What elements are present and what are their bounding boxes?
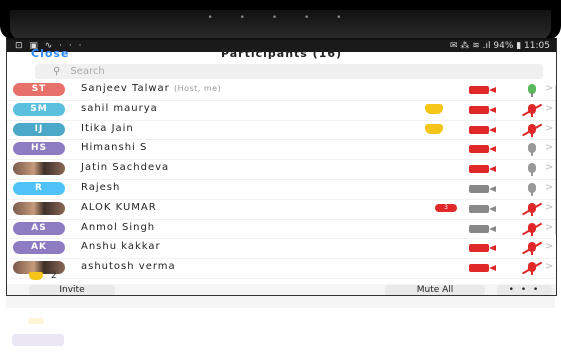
avatar: HS (13, 142, 65, 156)
participant-name-block: sahil maurya (81, 103, 158, 114)
mic-icon (521, 83, 543, 97)
participant-name: ashutosh verma (81, 261, 176, 273)
search-input[interactable]: ⚲ Search (35, 64, 543, 79)
participant-name: Anshu kakkar (81, 241, 161, 253)
chevron-right-icon: > (545, 142, 554, 154)
participant-name-block: Rajesh (81, 182, 120, 193)
participant-name: sahil maurya (81, 102, 158, 114)
scrollbar[interactable] (555, 85, 556, 235)
avatar: AK (13, 241, 65, 255)
participant-row[interactable]: HS Himanshi S > (7, 140, 556, 161)
participant-name-block: ashutosh verma (81, 261, 176, 272)
chevron-right-icon: > (545, 261, 554, 273)
participant-row[interactable]: ST Sanjeev Talwar (Host, me) > (7, 81, 556, 101)
search-icon: ⚲ (53, 66, 61, 77)
participant-name-block: Sanjeev Talwar (Host, me) (81, 83, 221, 94)
chevron-right-icon: > (545, 201, 554, 213)
avatar (13, 162, 65, 176)
chevron-right-icon: > (545, 83, 554, 94)
chevron-right-icon: > (545, 162, 554, 174)
participant-name-block: Jatin Sachdeva (81, 162, 169, 173)
participant-name: Rajesh (81, 181, 121, 193)
raised-hand-icon (29, 271, 43, 280)
chat-count-badge: 3 (435, 203, 457, 212)
participant-row[interactable]: ashutosh verma > (7, 259, 556, 279)
search-placeholder: Search (70, 66, 105, 77)
participant-name: Anmol Singh (81, 221, 156, 233)
participant-row[interactable]: ALOK KUMAR 3 > (7, 200, 556, 220)
participant-row[interactable]: R Rajesh > (7, 180, 556, 200)
mic-icon (521, 142, 543, 157)
raised-hands-summary: 2 (29, 271, 57, 281)
participant-row[interactable]: IJ Itika Jain > (7, 121, 556, 141)
avatar: ST (13, 83, 65, 96)
more-options-button[interactable]: • • • (497, 285, 552, 295)
video-off-icon (469, 125, 497, 135)
chevron-right-icon: > (545, 122, 554, 134)
video-on-icon (469, 184, 497, 194)
page-title: Participants (16) (220, 47, 343, 60)
footer-bar: Invite Mute All • • • (7, 284, 556, 295)
mic-muted-icon (521, 261, 543, 276)
video-off-icon (469, 144, 497, 154)
mute-all-button[interactable]: Mute All (385, 285, 485, 295)
participant-name-block: Anshu kakkar (81, 241, 161, 252)
mic-muted-icon (521, 123, 543, 137)
screen-reflection (6, 296, 555, 358)
participant-name: Itika Jain (81, 122, 134, 134)
participants-screen: ⊡ ▣ ∿ · · · ✉ ⁂ ≋ .ıl 94% ▮ 11:05 Close … (6, 38, 557, 296)
video-off-icon (469, 263, 497, 273)
pager-dots: • • • • • (207, 13, 354, 23)
mic-muted-icon (521, 222, 543, 236)
video-off-icon (469, 164, 497, 174)
participant-role: (Host, me) (173, 84, 222, 93)
invite-button[interactable]: Invite (29, 285, 115, 295)
raised-hands-count: 2 (51, 271, 57, 281)
video-on-icon (469, 224, 497, 234)
header: Close Participants (16) (7, 47, 556, 65)
mic-icon (521, 182, 543, 196)
participant-row[interactable]: AS Anmol Singh > (7, 220, 556, 240)
video-on-icon (469, 204, 497, 214)
avatar: IJ (13, 122, 65, 136)
avatar: R (13, 181, 65, 195)
participant-row[interactable]: SM sahil maurya > (7, 101, 556, 121)
participant-name: ALOK KUMAR (81, 201, 157, 213)
participant-row[interactable]: AK Anshu kakkar > (7, 239, 556, 260)
raised-hand-icon (425, 123, 443, 134)
reflection-bar (6, 296, 555, 308)
mic-muted-icon (521, 241, 543, 256)
participant-name: Sanjeev Talwar (81, 83, 170, 94)
top-banner: • • • • • (0, 0, 561, 40)
participant-name-block: Itika Jain (81, 123, 134, 134)
participant-name-block: Himanshi S (81, 142, 147, 153)
avatar: SM (13, 102, 65, 116)
mic-muted-icon (521, 103, 543, 117)
video-off-icon (469, 85, 497, 95)
video-off-icon (469, 105, 497, 115)
mic-icon (521, 162, 543, 177)
video-off-icon (469, 243, 497, 253)
raised-hand-icon (425, 103, 443, 114)
chevron-right-icon: > (545, 241, 554, 253)
participant-name: Jatin Sachdeva (81, 162, 170, 174)
participant-list: ST Sanjeev Talwar (Host, me) > SM sahil maur… (7, 81, 556, 279)
reflection-hand (28, 318, 44, 324)
chevron-right-icon: > (545, 181, 554, 193)
chevron-right-icon: > (545, 221, 554, 233)
reflection-avatar (12, 334, 64, 346)
participant-name-block: Anmol Singh (81, 222, 155, 233)
participant-row[interactable]: Jatin Sachdeva > (7, 160, 556, 180)
participant-name: Himanshi S (81, 142, 148, 154)
chevron-right-icon: > (545, 102, 554, 114)
avatar: AS (13, 221, 65, 235)
mic-muted-icon (521, 202, 543, 216)
participant-name-block: ALOK KUMAR (81, 202, 157, 213)
avatar (13, 201, 65, 215)
